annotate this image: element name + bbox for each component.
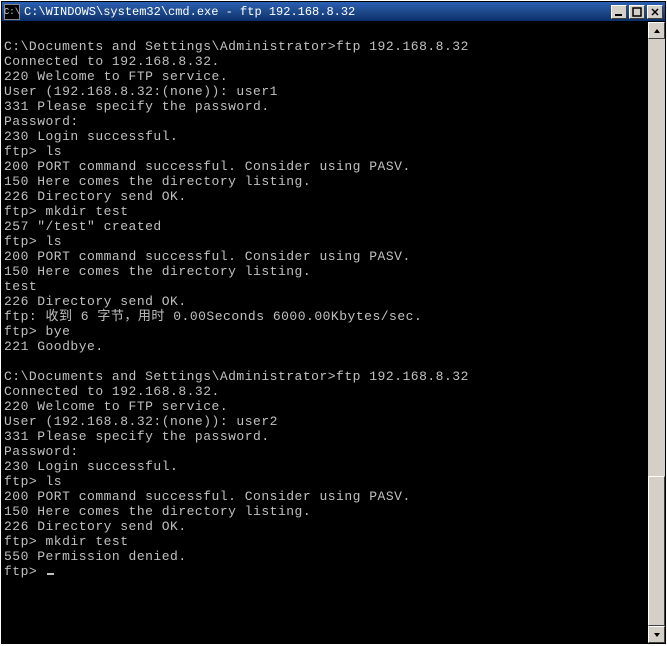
minimize-button[interactable]	[611, 5, 627, 19]
scroll-track[interactable]	[648, 39, 665, 626]
window-title: C:\WINDOWS\system32\cmd.exe - ftp 192.16…	[24, 5, 611, 19]
maximize-button[interactable]	[629, 5, 645, 19]
minimize-icon	[614, 7, 624, 17]
vertical-scrollbar[interactable]	[648, 22, 665, 643]
cmd-icon-text: C:\	[4, 7, 20, 17]
chevron-up-icon	[653, 27, 661, 35]
title-bar[interactable]: C:\ C:\WINDOWS\system32\cmd.exe - ftp 19…	[2, 2, 665, 22]
chevron-down-icon	[653, 631, 661, 639]
window-controls	[611, 5, 663, 19]
cmd-icon: C:\	[4, 4, 20, 20]
close-icon	[650, 7, 660, 17]
terminal-output[interactable]: C:\Documents and Settings\Administrator>…	[2, 22, 648, 643]
scroll-thumb[interactable]	[648, 476, 665, 626]
cmd-window: C:\ C:\WINDOWS\system32\cmd.exe - ftp 19…	[1, 1, 666, 644]
scroll-up-button[interactable]	[648, 22, 665, 39]
scroll-down-button[interactable]	[648, 626, 665, 643]
maximize-icon	[632, 7, 642, 17]
cursor	[47, 573, 54, 575]
close-button[interactable]	[647, 5, 663, 19]
